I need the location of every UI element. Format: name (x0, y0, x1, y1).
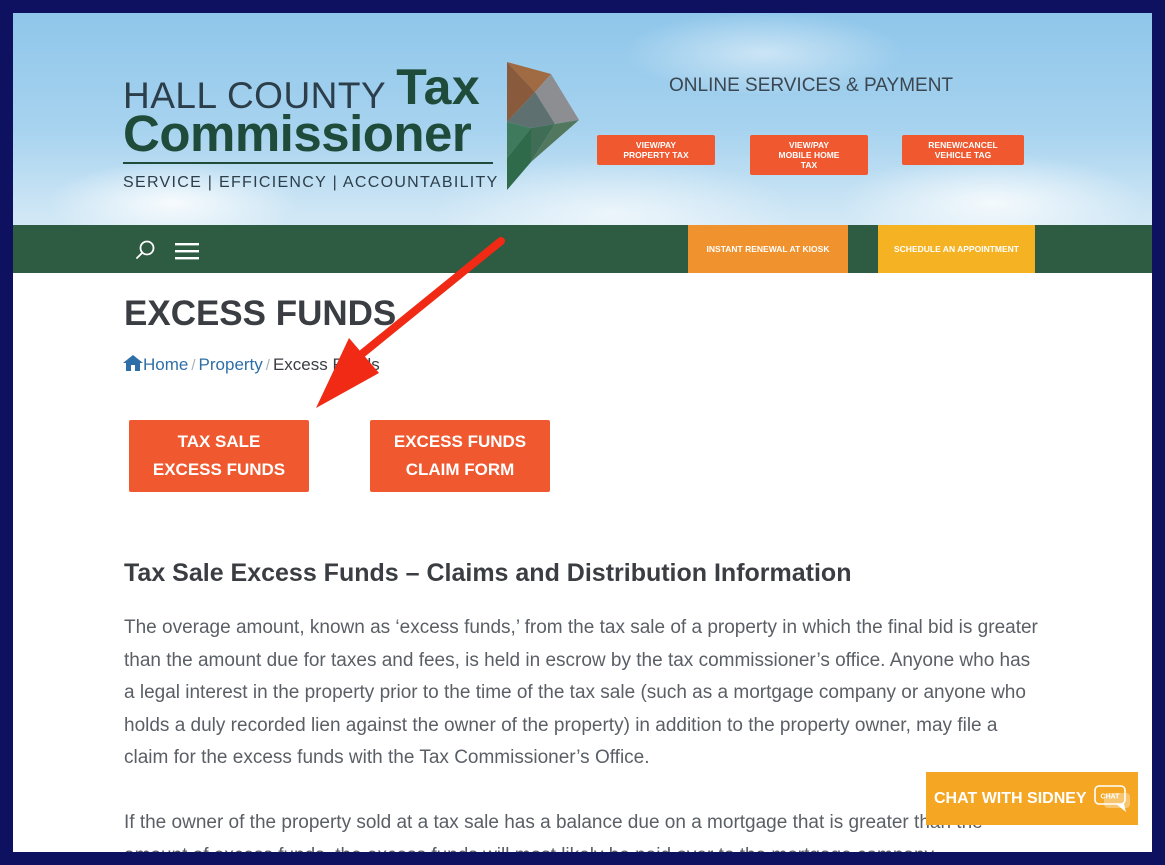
search-icon[interactable] (135, 239, 157, 261)
service-button-line: MOBILE HOME (778, 150, 840, 160)
hamburger-menu-icon[interactable] (175, 241, 199, 261)
breadcrumb: Home / Property / Excess Funds (123, 355, 380, 375)
service-button-line: TAX (800, 160, 818, 170)
service-button-line: VIEW/PAY (635, 140, 677, 150)
breadcrumb-separator: / (191, 357, 196, 374)
chat-with-sidney-button[interactable]: CHAT WITH SIDNEY CHAT (926, 772, 1138, 825)
schedule-appointment-button[interactable]: SCHEDULE AN APPOINTMENT (878, 225, 1035, 273)
chat-bubble-icon: CHAT (1094, 785, 1130, 812)
site-logo[interactable]: HALL COUNTY Tax Commissioner SERVICE | E… (123, 58, 583, 198)
info-paragraph: If the owner of the property sold at a t… (124, 812, 983, 852)
logo-divider (123, 162, 493, 164)
logo-triangle-mark-icon (507, 62, 579, 190)
page-title: EXCESS FUNDS (124, 294, 397, 333)
breadcrumb-home-link[interactable]: Home (143, 355, 188, 374)
view-pay-property-tax-button[interactable]: VIEW/PAY PROPERTY TAX (597, 135, 715, 165)
breadcrumb-property-link[interactable]: Property (199, 355, 263, 374)
breadcrumb-current: Excess Funds (272, 355, 380, 374)
tax-sale-excess-funds-button[interactable]: TAX SALE EXCESS FUNDS (129, 420, 309, 492)
online-services-title: ONLINE SERVICES & PAYMENT (669, 75, 954, 96)
main-nav-bar: INSTANT RENEWAL AT KIOSK SCHEDULE AN APP… (13, 225, 1152, 273)
chat-icon-text: CHAT (1101, 794, 1121, 801)
breadcrumb-separator: / (265, 357, 270, 374)
site-header: HALL COUNTY Tax Commissioner SERVICE | E… (13, 13, 1152, 225)
browser-viewport: HALL COUNTY Tax Commissioner SERVICE | E… (13, 13, 1152, 852)
service-button-line: VIEW/PAY (788, 140, 830, 150)
service-button-line: RENEW/CANCEL (928, 140, 998, 150)
logo-tagline: SERVICE | EFFICIENCY | ACCOUNTABILITY (123, 174, 499, 191)
service-button-line: VEHICLE TAG (934, 150, 992, 160)
button-line: EXCESS FUNDS (152, 460, 286, 479)
button-line: TAX SALE (177, 432, 261, 451)
renew-cancel-vehicle-tag-button[interactable]: RENEW/CANCEL VEHICLE TAG (902, 135, 1024, 165)
button-line: EXCESS FUNDS (393, 432, 527, 451)
excess-funds-claim-form-button[interactable]: EXCESS FUNDS CLAIM FORM (370, 420, 550, 492)
instant-renewal-kiosk-button[interactable]: INSTANT RENEWAL AT KIOSK (688, 225, 848, 273)
button-line: CLAIM FORM (405, 460, 515, 479)
chat-label: CHAT WITH SIDNEY (934, 789, 1087, 807)
home-icon[interactable] (123, 355, 143, 371)
logo-commissioner-text: Commissioner (123, 105, 472, 162)
info-paragraph: The overage amount, known as ‘excess fun… (124, 617, 1038, 768)
service-button-line: PROPERTY TAX (623, 150, 689, 160)
section-heading: Tax Sale Excess Funds – Claims and Distr… (124, 559, 852, 587)
view-pay-mobile-home-tax-button[interactable]: VIEW/PAY MOBILE HOME TAX (750, 135, 868, 175)
